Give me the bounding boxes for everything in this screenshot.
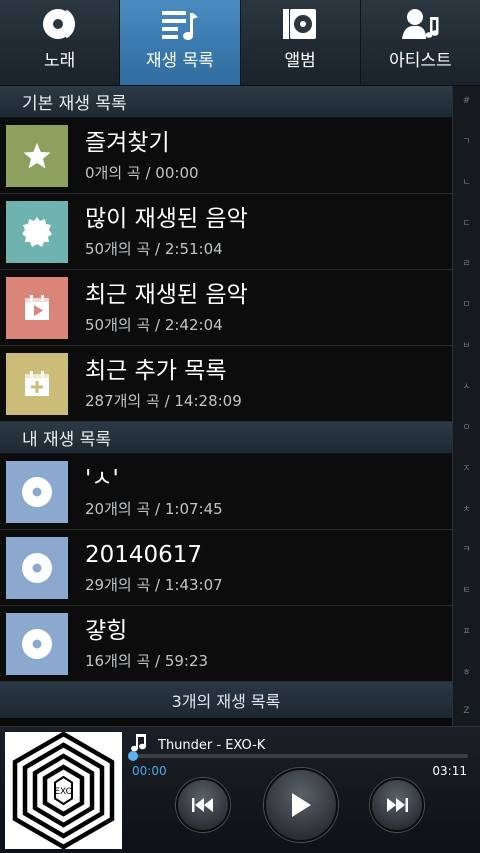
play-icon	[292, 793, 311, 817]
playlist-row-recently-played[interactable]: 최근 재생된 음악 50개의 곡 / 2:42:04	[0, 270, 452, 346]
calendar-add-icon	[6, 352, 68, 415]
playlist-row-favorites[interactable]: 즐겨찾기 0개의 곡 / 00:00	[0, 118, 452, 194]
tab-artists[interactable]: 아티스트	[361, 0, 480, 85]
song-disc-icon	[40, 6, 80, 42]
disc-icon	[6, 460, 68, 523]
svg-text:EXO: EXO	[54, 787, 72, 797]
tab-label: 앨범	[284, 51, 316, 71]
star-icon	[6, 124, 68, 187]
tab-bar: 노래 재생 목록 앨범 아티스트	[0, 0, 480, 86]
index-letter[interactable]: Z	[463, 706, 469, 716]
playlist-row-recently-added[interactable]: 최근 추가 목록 287개의 곡 / 14:28:09	[0, 346, 452, 422]
calendar-play-icon	[6, 276, 68, 339]
current-time: 00:00	[132, 764, 167, 778]
playlist-row-most-played[interactable]: 많이 재생된 음악 50개의 곡 / 2:51:04	[0, 194, 452, 270]
index-letter[interactable]: ㄷ	[462, 216, 470, 229]
playlist-count: 3개의 재생 목록	[0, 682, 452, 718]
index-letter[interactable]: ㅅ	[462, 379, 470, 392]
index-letter[interactable]: ㅂ	[462, 338, 470, 351]
playlist-title: 최근 재생된 음악	[85, 282, 248, 308]
progress-knob[interactable]	[128, 751, 138, 761]
playlist-info: 29개의 곡 / 1:43:07	[85, 576, 223, 594]
playlist-info: 50개의 곡 / 2:42:04	[85, 316, 223, 334]
index-letter[interactable]: ㄴ	[462, 175, 470, 188]
song-title: Thunder - EXO-K	[158, 737, 266, 753]
index-letter[interactable]: ㅇ	[462, 420, 470, 433]
progress-bar[interactable]	[128, 751, 468, 761]
play-button[interactable]	[264, 768, 338, 842]
tab-label: 아티스트	[389, 51, 452, 71]
index-letter[interactable]: ㄱ	[462, 134, 470, 147]
tab-label: 노래	[43, 51, 76, 71]
index-letter[interactable]: ㅌ	[462, 583, 470, 596]
rewind-icon	[192, 798, 213, 812]
index-letter[interactable]: #	[463, 96, 471, 106]
playlist-list: 기본 재생 목록 즐겨찾기 0개의 곡 / 00:00 많이 재생된 음악 50…	[0, 86, 452, 726]
playlist-title: 많이 재생된 음악	[85, 206, 248, 232]
previous-button[interactable]	[176, 778, 230, 832]
playlist-info: 50개의 곡 / 2:51:04	[85, 240, 223, 258]
index-letter[interactable]: ㅈ	[462, 461, 470, 474]
disc-icon	[6, 536, 68, 599]
artist-icon	[400, 6, 440, 42]
playlist-row-user-1[interactable]: 'ㅅ' 20개의 곡 / 1:07:45	[0, 454, 452, 530]
playlist-row-user-3[interactable]: 걓힝 16개의 곡 / 59:23	[0, 606, 452, 682]
album-icon	[280, 6, 320, 42]
playlist-row-user-2[interactable]: 20140617 29개의 곡 / 1:43:07	[0, 530, 452, 606]
tab-label: 재생 목록	[145, 51, 214, 71]
index-scrollbar[interactable]: # ㄱ ㄴ ㄷ ㄹ ㅁ ㅂ ㅅ ㅇ ㅈ ㅊ ㅋ ㅌ ㅍ ㅎ Z	[452, 86, 480, 726]
tab-playlists[interactable]: 재생 목록	[120, 0, 241, 85]
playlist-info: 20개의 곡 / 1:07:45	[85, 500, 223, 518]
playlist-title: 'ㅅ'	[85, 466, 119, 492]
playlist-title: 20140617	[85, 542, 203, 568]
badge-icon	[6, 200, 68, 263]
playlist-title: 즐겨찾기	[85, 130, 170, 156]
section-header-basic: 기본 재생 목록	[0, 86, 452, 118]
playlist-info: 16개의 곡 / 59:23	[85, 652, 209, 670]
fast-forward-icon	[387, 798, 408, 812]
playlist-info: 0개의 곡 / 00:00	[85, 164, 199, 182]
tab-albums[interactable]: 앨범	[241, 0, 361, 85]
playlist-title: 걓힝	[85, 618, 128, 644]
index-letter[interactable]: ㅎ	[462, 665, 470, 678]
playlist-icon	[160, 6, 200, 42]
disc-icon	[6, 612, 68, 675]
index-letter[interactable]: ㅊ	[462, 502, 470, 515]
album-art[interactable]: EXO	[5, 732, 122, 849]
total-time: 03:11	[432, 764, 467, 778]
index-letter[interactable]: ㅋ	[462, 542, 470, 555]
section-header-mine: 내 재생 목록	[0, 422, 452, 454]
index-letter[interactable]: ㄹ	[462, 256, 470, 269]
index-letter[interactable]: ㅁ	[462, 297, 470, 310]
next-button[interactable]	[370, 778, 424, 832]
playlist-info: 287개의 곡 / 14:28:09	[85, 392, 242, 410]
tab-songs[interactable]: 노래	[0, 0, 121, 85]
mini-player: EXO Thunder - EXO-K 00:00 03:11	[0, 726, 480, 853]
playlist-title: 최근 추가 목록	[85, 358, 227, 384]
index-letter[interactable]: ㅍ	[462, 624, 470, 637]
